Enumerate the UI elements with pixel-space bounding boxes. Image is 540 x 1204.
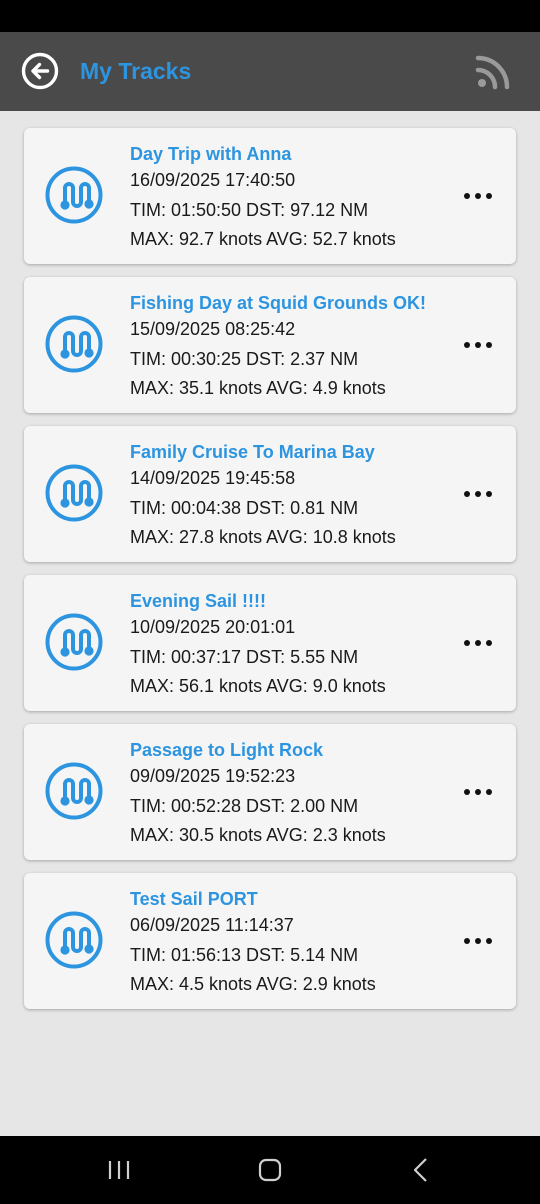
more-options-button[interactable]	[462, 782, 494, 802]
more-options-icon	[464, 640, 470, 646]
track-speeds: MAX: 56.1 knots AVG: 9.0 knots	[130, 676, 386, 696]
track-details: Test Sail PORT 06/09/2025 11:14:37 TIM: 01…	[130, 887, 450, 1002]
home-button[interactable]	[254, 1154, 286, 1186]
more-options-icon	[486, 938, 492, 944]
more-options-icon	[475, 193, 481, 199]
track-date: 14/09/2025 19:45:58	[130, 468, 296, 488]
more-options-icon	[475, 342, 481, 348]
track-date: 06/09/2025 11:14:37	[130, 915, 294, 935]
nav-back-icon	[413, 1158, 427, 1182]
more-options-icon	[464, 342, 470, 348]
track-icon-wrapper	[45, 762, 103, 820]
track-icon-wrapper	[45, 911, 103, 969]
track-details: Evening Sail !!!! 10/09/2025 20:01:01 TIM:…	[130, 589, 450, 704]
more-options-icon	[486, 640, 492, 646]
track-icon	[45, 762, 103, 820]
track-speeds: MAX: 4.5 knots AVG: 2.9 knots	[130, 974, 376, 994]
more-options-icon	[486, 193, 492, 199]
more-options-icon	[486, 342, 492, 348]
track-speeds: MAX: 27.8 knots AVG: 10.8 knots	[130, 527, 396, 547]
track-speeds: MAX: 92.7 knots AVG: 52.7 knots	[130, 229, 396, 249]
track-time-distance: TIM: 00:52:28 DST: 2.00 NM	[130, 795, 359, 816]
rss-feed-button[interactable]	[475, 54, 511, 90]
more-options-button[interactable]	[462, 335, 494, 355]
recents-icon	[108, 1161, 130, 1179]
more-options-button[interactable]	[462, 633, 494, 653]
track-date: 15/09/2025 08:25:42	[130, 319, 296, 339]
track-icon	[45, 166, 103, 224]
track-icon	[45, 315, 103, 373]
status-bar	[0, 0, 540, 32]
back-arrow-icon	[21, 52, 59, 90]
track-time-distance: TIM: 01:50:50 DST: 97.12 NM	[130, 199, 369, 220]
track-details: Passage to Light Rock 09/09/2025 19:52:23…	[130, 738, 450, 853]
more-options-icon	[486, 789, 492, 795]
track-title: Test Sail PORT	[130, 889, 258, 909]
more-options-icon	[475, 789, 481, 795]
more-options-button[interactable]	[462, 186, 494, 206]
more-options-icon	[486, 491, 492, 497]
more-options-icon	[475, 938, 481, 944]
track-title: Evening Sail !!!!	[130, 591, 267, 611]
track-details: Day Trip with Anna 16/09/2025 17:40:50 TIM…	[130, 142, 450, 257]
track-time-distance: TIM: 00:30:25 DST: 2.37 NM	[130, 348, 359, 369]
track-card[interactable]: Day Trip with Anna 16/09/2025 17:40:50 TIM…	[24, 128, 516, 264]
track-title: Family Cruise To Marina Bay	[130, 442, 375, 462]
more-options-icon	[475, 640, 481, 646]
home-icon	[258, 1158, 282, 1182]
track-card[interactable]: Fishing Day at Squid Grounds OK! 15/09/20…	[24, 277, 516, 413]
track-date: 16/09/2025 17:40:50	[130, 170, 296, 190]
rss-icon	[475, 55, 510, 90]
track-icon-wrapper	[45, 464, 103, 522]
more-options-icon	[464, 938, 470, 944]
track-card[interactable]: Family Cruise To Marina Bay 14/09/2025 19…	[24, 426, 516, 562]
track-speeds: MAX: 30.5 knots AVG: 2.3 knots	[130, 825, 386, 845]
track-icon	[45, 464, 103, 522]
track-time-distance: TIM: 00:04:38 DST: 0.81 NM	[130, 497, 359, 518]
page-title: My Tracks	[80, 58, 192, 84]
nav-back-button[interactable]	[405, 1154, 437, 1186]
track-date: 10/09/2025 20:01:01	[130, 617, 296, 637]
app-bar: My Tracks	[0, 32, 540, 111]
track-title: Fishing Day at Squid Grounds OK!	[130, 293, 427, 313]
back-button[interactable]	[20, 51, 60, 91]
track-speeds: MAX: 35.1 knots AVG: 4.9 knots	[130, 378, 386, 398]
more-options-button[interactable]	[462, 484, 494, 504]
more-options-icon	[475, 491, 481, 497]
track-icon	[45, 911, 103, 969]
more-options-icon	[464, 491, 470, 497]
more-options-icon	[464, 193, 470, 199]
track-date: 09/09/2025 19:52:23	[130, 766, 296, 786]
track-icon-wrapper	[45, 613, 103, 671]
system-navigation-bar	[0, 1136, 540, 1204]
track-details: Family Cruise To Marina Bay 14/09/2025 19…	[130, 440, 450, 555]
track-icon-wrapper	[45, 166, 103, 224]
track-time-distance: TIM: 01:56:13 DST: 5.14 NM	[130, 944, 359, 965]
track-card[interactable]: Passage to Light Rock 09/09/2025 19:52:23…	[24, 724, 516, 860]
more-options-icon	[464, 789, 470, 795]
track-title: Passage to Light Rock	[130, 740, 324, 760]
more-options-button[interactable]	[462, 931, 494, 951]
track-card[interactable]: Evening Sail !!!! 10/09/2025 20:01:01 TIM:…	[24, 575, 516, 711]
track-time-distance: TIM: 00:37:17 DST: 5.55 NM	[130, 646, 359, 667]
track-icon-wrapper	[45, 315, 103, 373]
track-icon	[45, 613, 103, 671]
track-card[interactable]: Test Sail PORT 06/09/2025 11:14:37 TIM: 01…	[24, 873, 516, 1009]
track-details: Fishing Day at Squid Grounds OK! 15/09/20…	[130, 291, 450, 406]
recents-button[interactable]	[103, 1154, 135, 1186]
track-title: Day Trip with Anna	[130, 144, 292, 164]
